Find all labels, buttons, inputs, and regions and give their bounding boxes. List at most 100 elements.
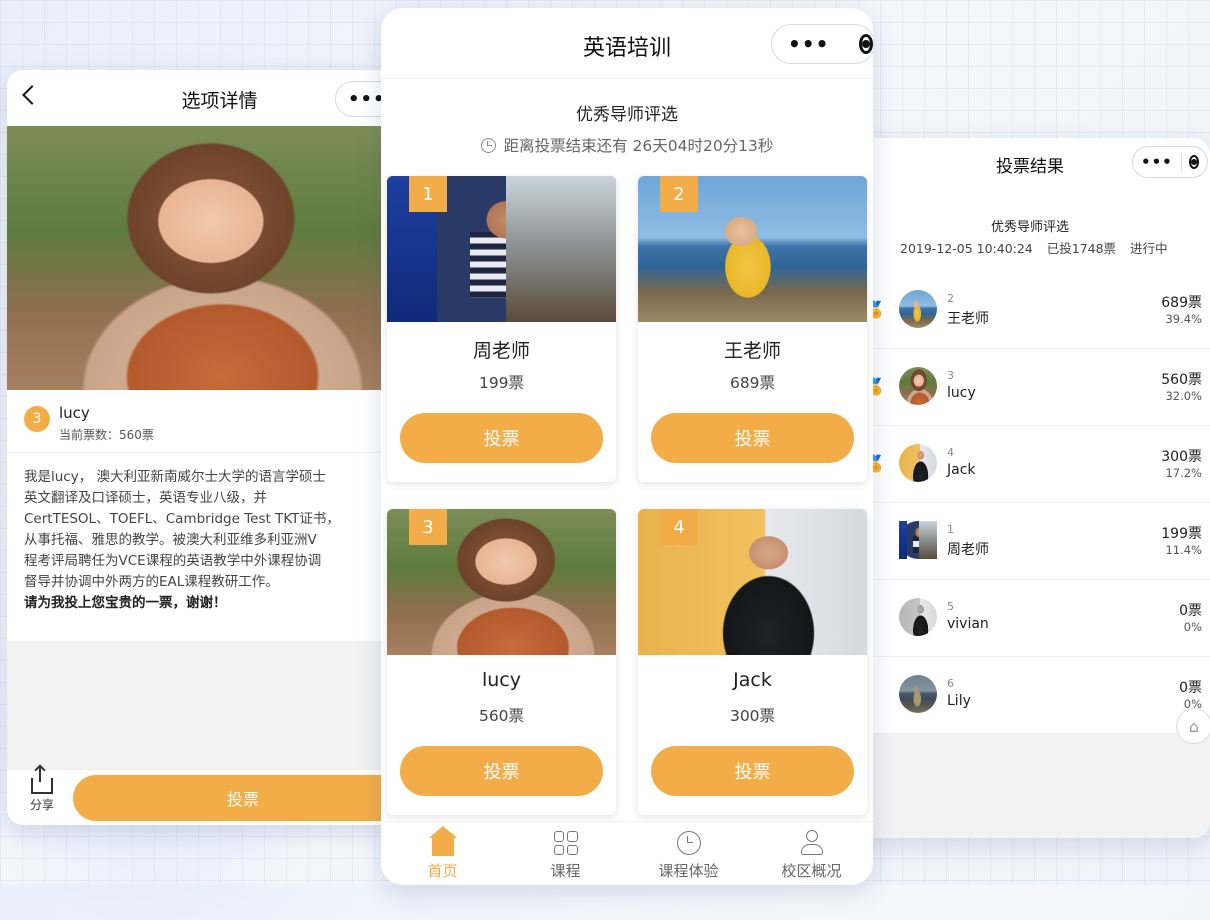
result-votes: 0票 xyxy=(1179,677,1202,697)
card-name: 王老师 xyxy=(638,336,867,363)
event-title: 优秀导师评选 xyxy=(381,100,873,125)
candidate-photo xyxy=(7,126,399,390)
more-dots-icon[interactable]: ••• xyxy=(772,32,845,56)
card-vote-button[interactable]: 投票 xyxy=(651,413,854,463)
bottom-tab-bar: 首页 课程 课程体验 校区概况 xyxy=(381,821,873,885)
card-vote-button[interactable]: 投票 xyxy=(651,746,854,796)
result-rank: 6 xyxy=(947,677,954,690)
result-row[interactable]: 5 vivian 0票 0% xyxy=(852,580,1210,657)
user-icon xyxy=(800,830,824,856)
vote-appeal: 请为我投上您宝贵的一票，谢谢！ xyxy=(24,593,399,614)
results-total: 已投1748票 xyxy=(1047,241,1116,256)
option-number-badge: 3 xyxy=(24,406,50,432)
card-votes: 689票 xyxy=(638,371,867,393)
result-name: 王老师 xyxy=(947,308,989,328)
result-percent: 11.4% xyxy=(1165,543,1202,557)
results-status: 进行中 xyxy=(1130,241,1168,256)
candidate-card[interactable]: 2 王老师 689票 投票 xyxy=(638,176,867,482)
card-name: Jack xyxy=(638,669,867,691)
card-number-badge: 1 xyxy=(409,176,447,212)
candidate-card[interactable]: 4 Jack 300票 投票 xyxy=(638,509,867,815)
result-rank: 2 xyxy=(947,292,954,305)
candidate-card[interactable]: 3 lucy 560票 投票 xyxy=(387,509,616,815)
home-float-button[interactable]: ⌂ xyxy=(1176,708,1210,744)
home-icon xyxy=(432,838,454,856)
result-rank: 1 xyxy=(947,523,954,536)
card-number-badge: 3 xyxy=(409,509,447,545)
share-button[interactable]: 分享 xyxy=(25,778,59,813)
result-votes: 689票 xyxy=(1161,292,1202,312)
candidate-info: 3 lucy 当前票数：560票 xyxy=(7,390,399,453)
home-icon: ⌂ xyxy=(1189,717,1199,736)
description-line: 英文翻译及口译硕士，英语专业八级，并 xyxy=(24,488,399,509)
result-percent: 0% xyxy=(1184,620,1202,634)
option-detail-screen: 选项详情 ••• 3 lucy 当前票数：560票 我是lucy， 澳大利亚新南… xyxy=(7,70,399,825)
result-votes: 560票 xyxy=(1161,369,1202,389)
tab-home[interactable]: 首页 xyxy=(381,822,504,885)
detail-vote-button[interactable]: 投票 xyxy=(73,775,399,821)
voting-home-screen: 英语培训 ••• 优秀导师评选 距离投票结束还有 26天04时20分13秒 1 … xyxy=(381,8,873,885)
detail-bottom-bar: 分享 投票 xyxy=(7,769,399,825)
avatar xyxy=(899,521,937,559)
result-rank: 5 xyxy=(947,600,954,613)
close-target-icon[interactable] xyxy=(1189,155,1199,169)
card-vote-button[interactable]: 投票 xyxy=(400,746,603,796)
vote-results-screen: 投票结果 ••• 优秀导师评选 2019-12-05 10:40:24 已投17… xyxy=(852,138,1210,838)
result-name: Jack xyxy=(947,462,976,478)
candidate-name: lucy xyxy=(59,404,90,422)
result-votes: 199票 xyxy=(1161,523,1202,543)
avatar xyxy=(899,598,937,636)
mini-program-capsule[interactable]: ••• xyxy=(771,24,873,64)
card-vote-button[interactable]: 投票 xyxy=(400,413,603,463)
result-row[interactable]: 🏅 4 Jack 300票 17.2% xyxy=(852,426,1210,503)
avatar xyxy=(899,444,937,482)
results-nav-bar: 投票结果 ••• xyxy=(852,138,1210,188)
card-number-badge: 4 xyxy=(660,509,698,545)
detail-nav-bar: 选项详情 ••• xyxy=(7,70,399,126)
results-list: 🏅 2 王老师 689票 39.4% 🏅 3 lucy 560票 32.0% 🏅… xyxy=(852,272,1210,734)
avatar xyxy=(899,675,937,713)
results-event-title: 优秀导师评选 xyxy=(852,216,1208,235)
tab-label: 课程 xyxy=(550,862,580,880)
result-rank: 3 xyxy=(947,369,954,382)
countdown-text: 距离投票结束还有 26天04时20分13秒 xyxy=(504,137,774,155)
card-votes: 560票 xyxy=(387,704,616,726)
tab-courses[interactable]: 课程 xyxy=(504,822,627,885)
more-dots-icon[interactable]: ••• xyxy=(1133,153,1181,171)
results-datetime: 2019-12-05 10:40:24 xyxy=(900,241,1033,256)
description-line: CertTESOL、TOEFL、Cambridge Test TKT证书， xyxy=(24,509,399,530)
clock-icon xyxy=(677,831,701,855)
tab-label: 校区概况 xyxy=(781,862,841,880)
tab-course-trial[interactable]: 课程体验 xyxy=(627,822,750,885)
avatar xyxy=(899,367,937,405)
description-line: 程考评局聘任为VCE课程的英语教学中外课程协调 xyxy=(24,551,399,572)
tab-campus-overview[interactable]: 校区概况 xyxy=(750,822,873,885)
clock-icon xyxy=(481,138,496,153)
card-votes: 300票 xyxy=(638,704,867,726)
result-row[interactable]: 🏅 2 王老师 689票 39.4% xyxy=(852,272,1210,349)
share-icon xyxy=(31,778,53,794)
card-votes: 199票 xyxy=(387,371,616,393)
avatar xyxy=(899,290,937,328)
result-percent: 32.0% xyxy=(1165,389,1202,403)
candidate-card[interactable]: 1 周老师 199票 投票 xyxy=(387,176,616,482)
result-name: Lily xyxy=(947,693,971,709)
candidate-votes: 当前票数：560票 xyxy=(59,426,154,443)
results-summary: 优秀导师评选 2019-12-05 10:40:24 已投1748票 进行中 xyxy=(852,188,1210,273)
result-row[interactable]: 🏅 3 lucy 560票 32.0% xyxy=(852,349,1210,426)
mini-program-capsule[interactable]: ••• xyxy=(1132,146,1208,178)
result-percent: 39.4% xyxy=(1165,312,1202,326)
close-target-icon[interactable] xyxy=(859,34,873,54)
description-line: 督导并协调中外两方的EAL课程教研工作。 xyxy=(24,572,399,593)
card-name: lucy xyxy=(387,669,616,691)
card-number-badge: 2 xyxy=(660,176,698,212)
card-name: 周老师 xyxy=(387,336,616,363)
result-row[interactable]: 6 Lily 0票 0% xyxy=(852,657,1210,734)
result-name: vivian xyxy=(947,616,989,632)
result-name: lucy xyxy=(947,385,976,401)
result-votes: 0票 xyxy=(1179,600,1202,620)
description-line: 从事托福、雅思的教学。被澳大利亚维多利亚洲V xyxy=(24,530,399,551)
result-row[interactable]: 1 周老师 199票 11.4% xyxy=(852,503,1210,580)
share-label: 分享 xyxy=(30,798,54,812)
home-nav-bar: 英语培训 ••• xyxy=(381,8,873,79)
